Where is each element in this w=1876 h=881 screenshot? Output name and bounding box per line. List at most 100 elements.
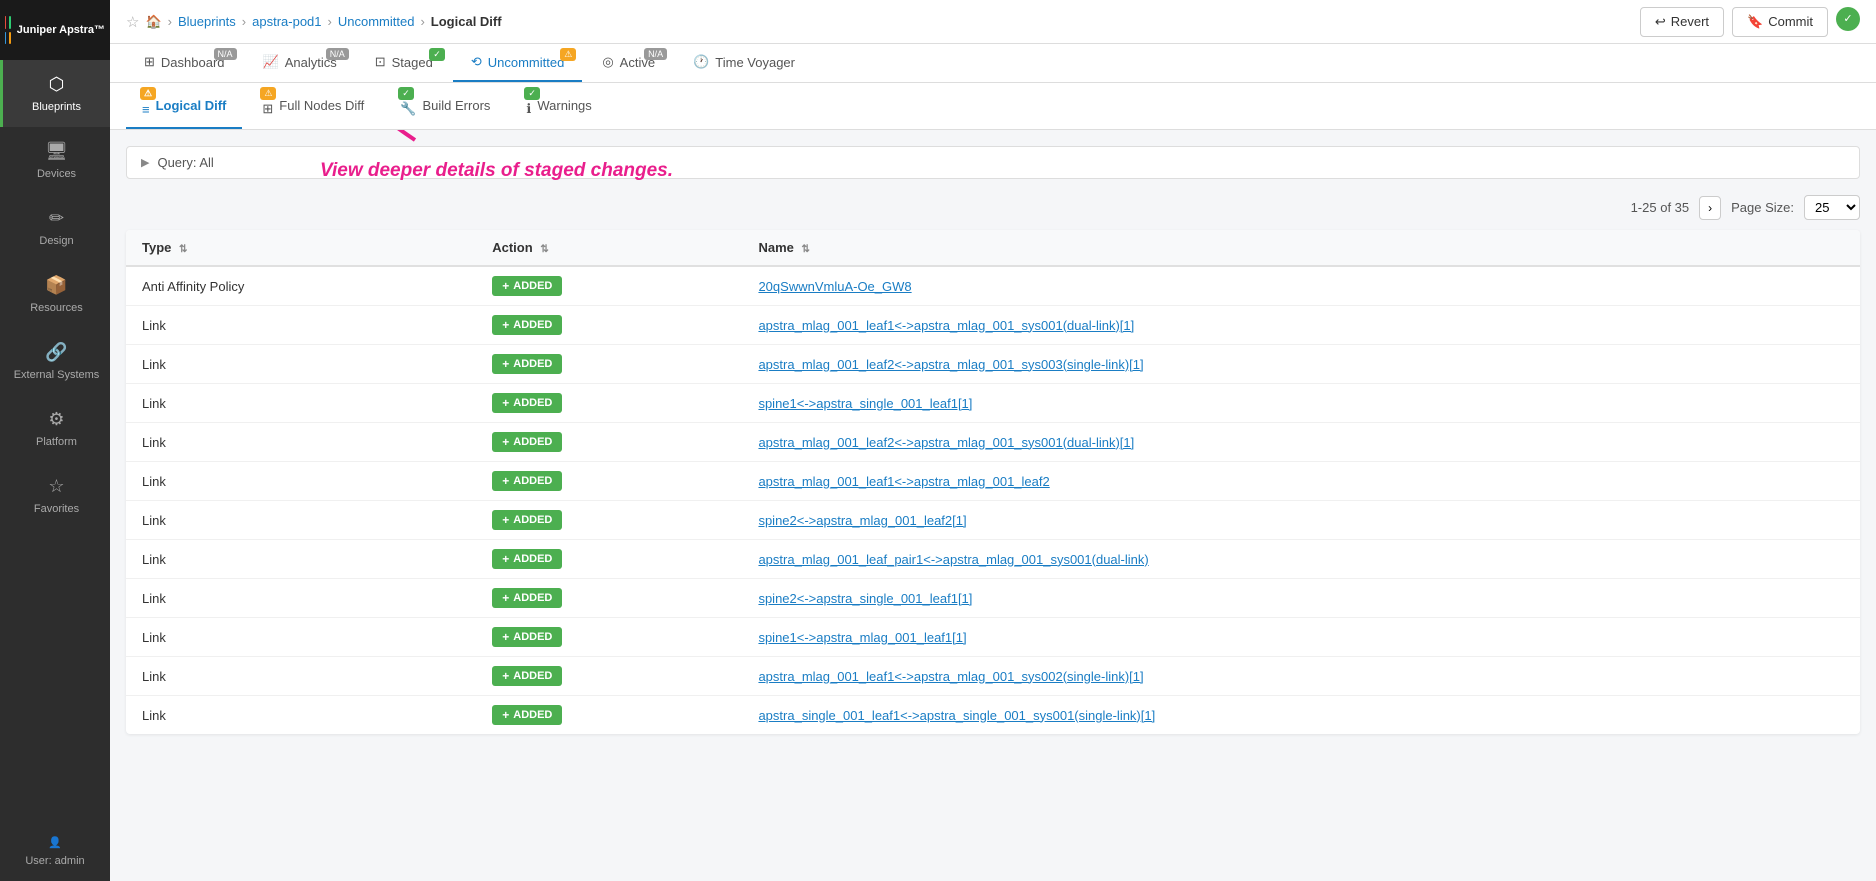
tab-staged[interactable]: ⊡ Staged ✓: [357, 44, 451, 82]
cell-name[interactable]: apstra_single_001_leaf1<->apstra_single_…: [742, 696, 1860, 735]
col-type-label: Type: [142, 240, 171, 255]
cell-action: + ADDED: [476, 540, 742, 579]
action-badge: + ADDED: [492, 471, 562, 491]
sidebar-item-favorites[interactable]: ☆ Favorites: [0, 462, 110, 529]
query-bar[interactable]: ▶ Query: All: [126, 146, 1860, 179]
name-link[interactable]: apstra_mlag_001_leaf2<->apstra_mlag_001_…: [758, 357, 1143, 372]
blueprints-icon: ⬡: [49, 74, 65, 95]
cell-name[interactable]: apstra_mlag_001_leaf_pair1<->apstra_mlag…: [742, 540, 1860, 579]
data-table: Type ⇅ Action ⇅ Name ⇅ Anti Affinity Pol…: [126, 230, 1860, 734]
name-link[interactable]: spine1<->apstra_single_001_leaf1[1]: [758, 396, 972, 411]
name-link[interactable]: 20qSwwnVmluA-Oe_GW8: [758, 279, 911, 294]
col-header-type[interactable]: Type ⇅: [126, 230, 476, 266]
cell-name[interactable]: spine1<->apstra_single_001_leaf1[1]: [742, 384, 1860, 423]
breadcrumb-sep-4: ›: [420, 14, 424, 29]
table-row: Link + ADDED spine1<->apstra_single_001_le…: [126, 384, 1860, 423]
cell-name[interactable]: 20qSwwnVmluA-Oe_GW8: [742, 266, 1860, 306]
cell-name[interactable]: apstra_mlag_001_leaf1<->apstra_mlag_001_…: [742, 306, 1860, 345]
pagination-next-button[interactable]: ›: [1699, 196, 1721, 220]
revert-button[interactable]: ↩ Revert: [1640, 7, 1724, 37]
topbar-actions: ↩ Revert 🔖 Commit ✓: [1640, 7, 1860, 37]
table-row: Link+ ADDEDapstra_single_001_leaf1<->aps…: [126, 696, 1860, 735]
cell-name[interactable]: apstra_mlag_001_leaf1<->apstra_mlag_001_…: [742, 462, 1860, 501]
table-row: Link+ ADDEDapstra_mlag_001_leaf_pair1<->…: [126, 540, 1860, 579]
tab-analytics[interactable]: 📈 Analytics N/A: [245, 44, 355, 82]
col-header-action[interactable]: Action ⇅: [476, 230, 742, 266]
sidebar-item-platform[interactable]: ⚙ Platform: [0, 395, 110, 462]
action-badge: + ADDED: [492, 276, 562, 296]
cell-name[interactable]: spine2<->apstra_mlag_001_leaf2[1]: [742, 501, 1860, 540]
table-row: Link+ ADDEDapstra_mlag_001_leaf2<->apstr…: [126, 345, 1860, 384]
logical-diff-icon: ≡: [142, 102, 150, 117]
cell-name[interactable]: apstra_mlag_001_leaf1<->apstra_mlag_001_…: [742, 657, 1860, 696]
sidebar-user[interactable]: 👤 User: admin: [0, 822, 110, 881]
breadcrumb-pod[interactable]: apstra-pod1: [252, 14, 321, 29]
sidebar-label-design: Design: [39, 235, 73, 247]
name-link[interactable]: apstra_single_001_leaf1<->apstra_single_…: [758, 708, 1155, 723]
name-link[interactable]: apstra_mlag_001_leaf1<->apstra_mlag_001_…: [758, 474, 1049, 489]
subtab-build-errors[interactable]: ✓ 🔧 Build Errors: [384, 83, 506, 129]
breadcrumb-blueprints[interactable]: Blueprints: [178, 14, 236, 29]
sidebar-label-platform: Platform: [36, 436, 77, 448]
action-badge: + ADDED: [492, 315, 562, 335]
cell-name[interactable]: apstra_mlag_001_leaf2<->apstra_mlag_001_…: [742, 345, 1860, 384]
cell-name[interactable]: spine2<->apstra_single_001_leaf1[1]: [742, 579, 1860, 618]
cell-type: Link: [126, 345, 476, 384]
cell-action: + ADDED: [476, 696, 742, 735]
cell-name[interactable]: apstra_mlag_001_leaf2<->apstra_mlag_001_…: [742, 423, 1860, 462]
tab-active[interactable]: ◎ Active N/A: [584, 44, 673, 82]
sidebar-item-design[interactable]: ✏ Design: [0, 194, 110, 261]
name-link[interactable]: apstra_mlag_001_leaf2<->apstra_mlag_001_…: [758, 435, 1134, 450]
action-badge: + ADDED: [492, 432, 562, 452]
cell-type: Link: [126, 618, 476, 657]
tab-time-voyager[interactable]: 🕐 Time Voyager: [675, 44, 813, 82]
uncommitted-tab-label: Uncommitted: [488, 55, 565, 70]
query-arrow-icon: ▶: [141, 156, 149, 169]
cell-name[interactable]: spine1<->apstra_mlag_001_leaf1[1]: [742, 618, 1860, 657]
logo-cell-blue: [5, 32, 6, 45]
col-header-name[interactable]: Name ⇅: [742, 230, 1860, 266]
dashboard-tab-badge: N/A: [214, 48, 237, 60]
subtab-warnings[interactable]: ✓ ℹ Warnings: [510, 83, 607, 129]
name-link[interactable]: apstra_mlag_001_leaf1<->apstra_mlag_001_…: [758, 669, 1143, 684]
col-name-sort-icon: ⇅: [802, 244, 810, 255]
cell-type: Link: [126, 384, 476, 423]
page-size-select[interactable]: 10 25 50 100: [1804, 195, 1860, 220]
action-badge: + ADDED: [492, 588, 562, 608]
name-link[interactable]: apstra_mlag_001_leaf1<->apstra_mlag_001_…: [758, 318, 1134, 333]
home-icon[interactable]: 🏠: [145, 14, 161, 30]
tab-uncommitted[interactable]: ⟲ Uncommitted ⚠: [453, 44, 582, 82]
subtab-full-nodes-diff[interactable]: ⚠ ⊞ Full Nodes Diff: [246, 83, 380, 129]
uncommitted-tab-icon: ⟲: [471, 54, 482, 70]
name-link[interactable]: spine2<->apstra_mlag_001_leaf2[1]: [758, 513, 966, 528]
active-tab-icon: ◎: [602, 54, 613, 70]
sidebar-item-blueprints[interactable]: ⬡ Blueprints: [0, 60, 110, 127]
tab-dashboard[interactable]: ⊞ Dashboard N/A: [126, 44, 243, 82]
action-badge: + ADDED: [492, 549, 562, 569]
external-systems-icon: 🔗: [45, 342, 67, 363]
sidebar-item-devices[interactable]: 🖥 Devices: [0, 127, 110, 194]
breadcrumb-uncommitted[interactable]: Uncommitted: [338, 14, 415, 29]
subtab-logical-diff[interactable]: ⚠ ≡ Logical Diff: [126, 83, 242, 129]
time-voyager-tab-label: Time Voyager: [715, 55, 795, 70]
commit-button[interactable]: 🔖 Commit: [1732, 7, 1828, 37]
cell-action: + ADDED: [476, 266, 742, 306]
action-badge: + ADDED: [492, 393, 562, 413]
build-errors-label: Build Errors: [422, 98, 490, 113]
warnings-icon: ℹ: [526, 101, 531, 117]
analytics-tab-icon: 📈: [263, 54, 279, 70]
topbar: ☆ 🏠 › Blueprints › apstra-pod1 › Uncommi…: [110, 0, 1876, 44]
sidebar-item-external-systems[interactable]: 🔗 External Systems: [0, 328, 110, 395]
name-link[interactable]: apstra_mlag_001_leaf_pair1<->apstra_mlag…: [758, 552, 1148, 567]
sidebar-item-resources[interactable]: 📦 Resources: [0, 261, 110, 328]
warnings-badge: ✓: [524, 87, 540, 100]
table-row: Link+ ADDEDapstra_mlag_001_leaf1<->apstr…: [126, 306, 1860, 345]
devices-icon: 🖥: [45, 141, 68, 162]
cell-type: Anti Affinity Policy: [126, 266, 476, 306]
name-link[interactable]: spine1<->apstra_mlag_001_leaf1[1]: [758, 630, 966, 645]
subtabs: ⚠ ≡ Logical Diff ⚠ ⊞ Full Nodes Diff ✓ 🔧…: [110, 83, 1876, 130]
name-link[interactable]: spine2<->apstra_single_001_leaf1[1]: [758, 591, 972, 606]
star-icon[interactable]: ☆: [126, 13, 139, 31]
breadcrumb-sep-3: ›: [328, 14, 332, 29]
table-row: Link+ ADDEDapstra_mlag_001_leaf2<->apstr…: [126, 423, 1860, 462]
